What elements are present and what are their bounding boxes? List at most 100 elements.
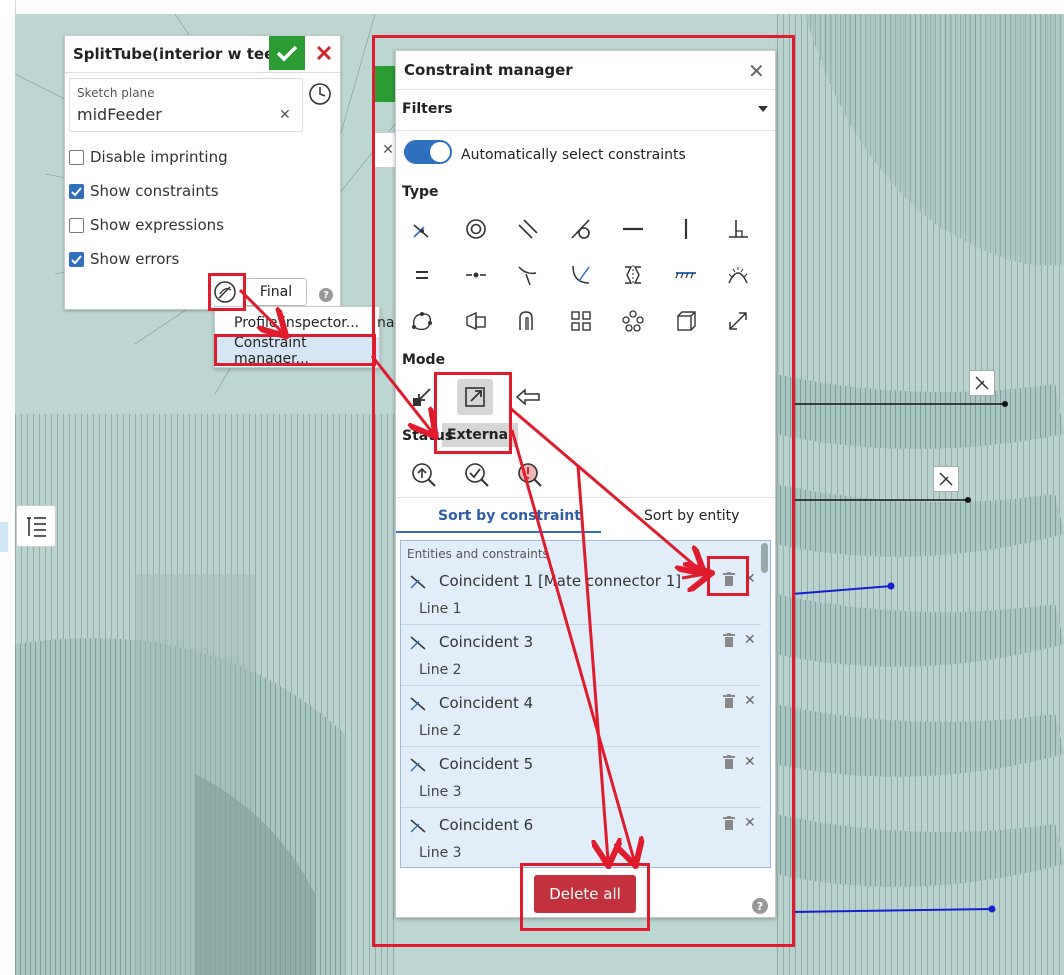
- cancel-button[interactable]: [307, 36, 340, 70]
- mode-internal-button[interactable]: [404, 379, 440, 415]
- list-scrollbar[interactable]: [761, 543, 768, 573]
- option-disable-imprinting[interactable]: Disable imprinting: [69, 148, 228, 166]
- checkbox[interactable]: [69, 149, 84, 165]
- status-label: Status: [402, 428, 454, 444]
- midpoint-filter[interactable]: [458, 257, 494, 293]
- close-icon[interactable]: ✕: [748, 59, 765, 83]
- type-label: Type: [402, 184, 439, 200]
- close-icon[interactable]: ✕: [744, 815, 756, 831]
- projected-filter[interactable]: [458, 303, 494, 339]
- history-button[interactable]: [308, 82, 332, 110]
- option-label: Show expressions: [90, 216, 224, 234]
- filters-label: Filters: [402, 101, 453, 117]
- coincident-icon: [975, 376, 989, 390]
- coincident-marker[interactable]: [933, 466, 959, 492]
- checkbox[interactable]: [69, 217, 84, 233]
- close-icon[interactable]: ✕: [744, 693, 756, 709]
- mode-both-button[interactable]: [510, 379, 546, 415]
- sketch-inspect-icon: [214, 281, 236, 303]
- tangent-filter[interactable]: [563, 211, 599, 247]
- cube-icon: [677, 311, 696, 331]
- trash-icon[interactable]: [723, 694, 735, 712]
- concentric-filter[interactable]: [458, 211, 494, 247]
- tab-sort-by-entity[interactable]: Sort by entity: [644, 508, 739, 524]
- spline-filter[interactable]: [404, 303, 440, 339]
- pierce-icon: [572, 265, 590, 284]
- fix-icon: [675, 272, 696, 279]
- tangent-icon: [571, 219, 590, 239]
- help-icon[interactable]: ?: [752, 898, 768, 914]
- circular-pattern-filter[interactable]: [615, 303, 651, 339]
- final-button[interactable]: Final: [245, 278, 307, 306]
- accept-button[interactable]: [269, 36, 305, 70]
- pattern-filter[interactable]: [563, 303, 599, 339]
- auto-select-toggle[interactable]: [404, 140, 452, 164]
- list-item[interactable]: Coincident 3 ✕ Line 2: [401, 624, 761, 686]
- constraint-name: Coincident 4: [439, 694, 534, 712]
- horizontal-filter[interactable]: [615, 211, 651, 247]
- close-icon[interactable]: ✕: [744, 571, 756, 587]
- menu-item-constraint-manager[interactable]: Constraint manager...: [215, 335, 379, 367]
- sketch-plane-value: midFeeder: [77, 105, 162, 124]
- status-satisfied-filter[interactable]: [459, 457, 495, 493]
- perpendicular-icon: [729, 220, 748, 238]
- menu-item-profile-inspector[interactable]: Profile inspector...: [215, 309, 379, 337]
- pierce-filter[interactable]: [563, 257, 599, 293]
- coincident-filter[interactable]: [404, 211, 440, 247]
- status-underdefined-filter[interactable]: [406, 457, 442, 493]
- option-show-expressions[interactable]: Show expressions: [69, 216, 224, 234]
- constraint-name: Coincident 3: [439, 633, 534, 651]
- vertical-filter[interactable]: [668, 211, 704, 247]
- close-icon[interactable]: ✕: [744, 632, 756, 648]
- constraint-name: Coincident 5: [439, 755, 534, 773]
- fix-filter[interactable]: [668, 257, 704, 293]
- external-tooltip: External: [442, 423, 518, 447]
- dimension-icon: [729, 312, 747, 330]
- inspector-dropdown: Profile inspector... Constraint manager.…: [214, 306, 380, 368]
- normal-filter[interactable]: [510, 257, 546, 293]
- entity-name: Line 2: [419, 662, 462, 678]
- left-panel-tab[interactable]: [0, 522, 8, 552]
- tab-sort-by-constraint[interactable]: Sort by constraint: [438, 508, 581, 524]
- normal-icon: [518, 266, 537, 286]
- clear-plane-icon[interactable]: ✕: [279, 107, 291, 123]
- filters-header[interactable]: Filters: [396, 89, 775, 131]
- coincident-icon: [410, 575, 426, 589]
- trash-icon[interactable]: [723, 633, 735, 651]
- curvature-filter[interactable]: [720, 257, 756, 293]
- feature-list-button[interactable]: [16, 505, 56, 547]
- checkbox[interactable]: [69, 251, 84, 267]
- inspector-menu-button[interactable]: [211, 278, 239, 306]
- trash-icon[interactable]: [723, 755, 735, 773]
- delete-all-button[interactable]: Delete all: [534, 875, 636, 913]
- list-item[interactable]: Coincident 4 ✕ Line 2: [401, 685, 761, 747]
- entity-name: Line 3: [419, 784, 462, 800]
- option-show-constraints[interactable]: Show constraints: [69, 182, 219, 200]
- list-item[interactable]: Coincident 1 [Mate connector 1] ✕ Line 1: [401, 563, 761, 625]
- mode-external-button[interactable]: [457, 379, 493, 415]
- entity-name: Line 3: [419, 845, 462, 861]
- sketch-plane-field[interactable]: Sketch plane midFeeder ✕: [69, 78, 303, 132]
- trash-icon[interactable]: [723, 816, 735, 834]
- coincident-icon: [939, 472, 953, 486]
- mirror-filter[interactable]: [668, 303, 704, 339]
- help-icon[interactable]: ?: [319, 288, 333, 302]
- trash-icon[interactable]: [723, 572, 735, 590]
- checkbox[interactable]: [69, 183, 84, 199]
- dimension-filter[interactable]: [720, 303, 756, 339]
- coincident-marker[interactable]: [969, 370, 995, 396]
- equal-filter[interactable]: [404, 257, 440, 293]
- parallel-filter[interactable]: [510, 211, 546, 247]
- option-show-errors[interactable]: Show errors: [69, 250, 179, 268]
- list-header: Entities and constraints: [407, 547, 549, 561]
- constraint-list[interactable]: Entities and constraints Coincident 1 [M…: [400, 540, 771, 868]
- close-icon[interactable]: ✕: [744, 754, 756, 770]
- mode-label: Mode: [402, 352, 446, 368]
- list-item[interactable]: Coincident 5 ✕ Line 3: [401, 746, 761, 808]
- symmetric-filter[interactable]: [615, 257, 651, 293]
- perpendicular-filter[interactable]: [720, 211, 756, 247]
- status-error-filter[interactable]: [512, 457, 548, 493]
- list-item[interactable]: Coincident 6 ✕ Line 3: [401, 807, 761, 867]
- offset-filter[interactable]: [510, 303, 546, 339]
- entity-name: Line 1: [419, 601, 462, 617]
